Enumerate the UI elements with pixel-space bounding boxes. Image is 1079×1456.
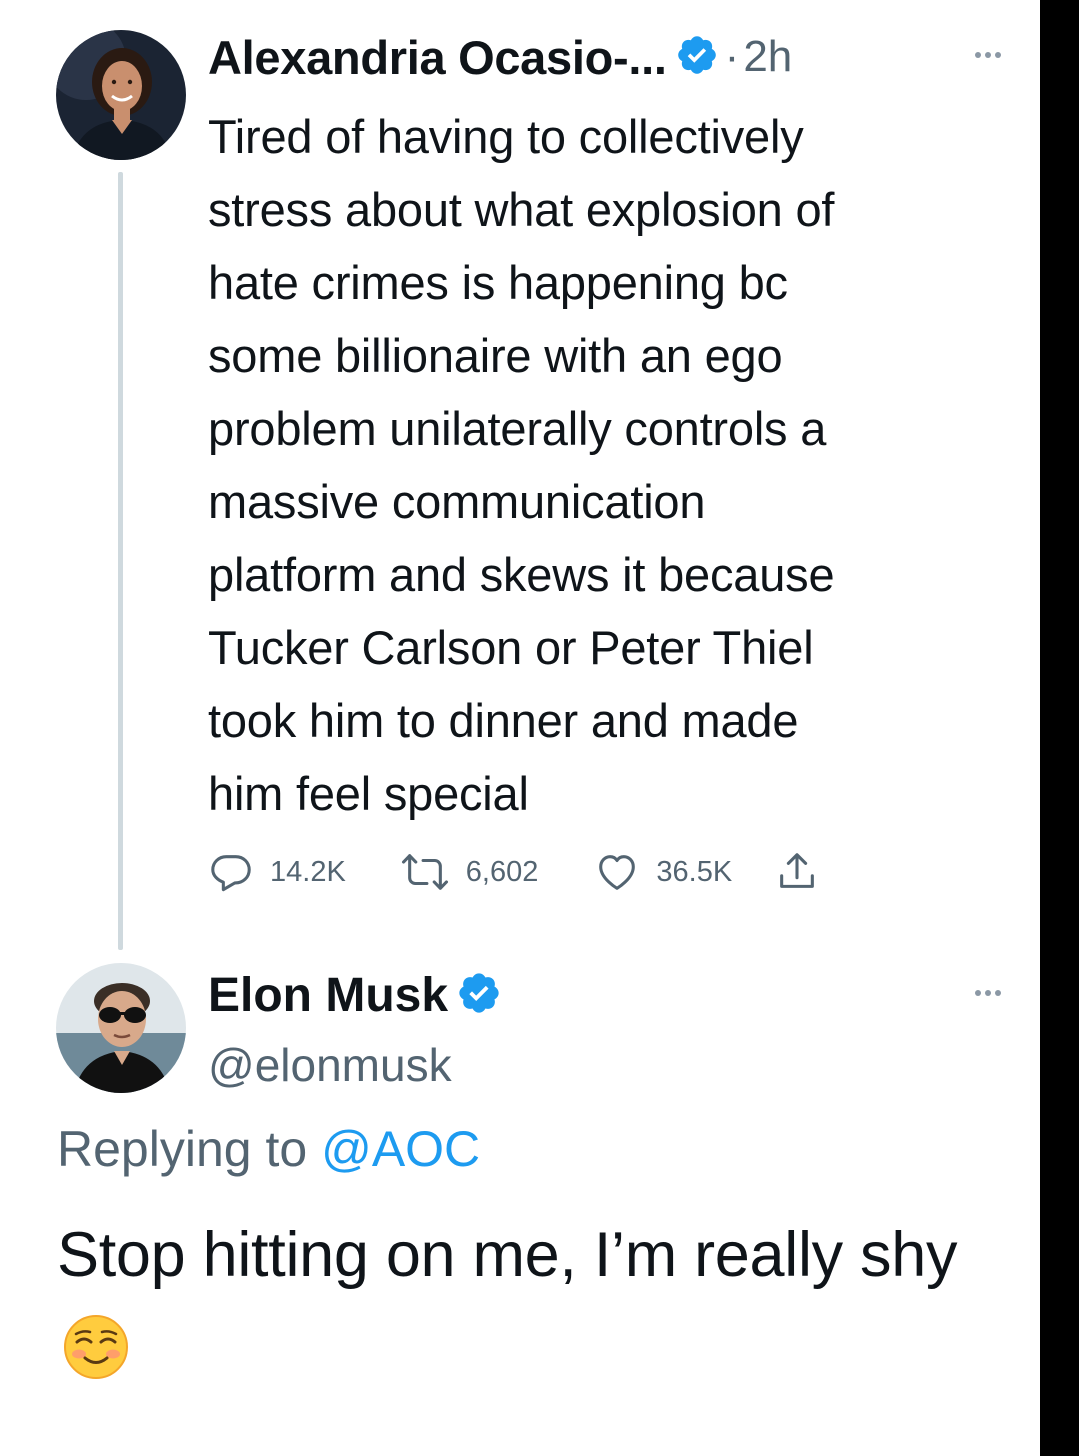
avatar-aoc[interactable]	[56, 30, 186, 160]
tweet1-author-name[interactable]: Alexandria Ocasio-...	[208, 30, 667, 85]
tweet1-header: Alexandria Ocasio-... · 2h	[208, 24, 792, 90]
tweet2-text-body: Stop hitting on me, I’m really shy	[57, 1220, 958, 1290]
like-count: 36.5K	[656, 855, 733, 888]
tweet-thread: Alexandria Ocasio-... · 2h Tired of havi…	[0, 0, 1040, 1456]
like-button[interactable]: 36.5K	[594, 849, 732, 895]
verified-badge-icon	[456, 970, 502, 1021]
tweet2-handle[interactable]: @elonmusk	[208, 1038, 452, 1092]
like-icon	[594, 849, 640, 895]
avatar-elon[interactable]	[56, 963, 186, 1093]
replying-to-line: Replying to @AOC	[57, 1120, 480, 1178]
retweet-icon	[400, 849, 450, 895]
tweet1-text: Tired of having to collectively stress a…	[208, 110, 835, 820]
smiling-face-emoji	[63, 1312, 129, 1406]
header-separator: ·	[724, 32, 740, 81]
tweet1-actions: 14.2K 6,602 36.5K	[208, 846, 820, 898]
share-icon	[774, 849, 820, 895]
reply-button[interactable]: 14.2K	[208, 849, 346, 895]
reply-icon	[208, 849, 254, 895]
more-icon[interactable]	[975, 52, 1001, 58]
retweet-count: 6,602	[465, 855, 539, 888]
replying-to-mention[interactable]: @AOC	[321, 1121, 480, 1177]
tweet1-timestamp[interactable]: 2h	[743, 32, 792, 82]
reply-count: 14.2K	[270, 855, 346, 888]
outer-background	[1040, 0, 1079, 1456]
tweet2-author-name[interactable]: Elon Musk	[208, 968, 448, 1023]
retweet-button[interactable]: 6,602	[400, 849, 539, 895]
tweet2-header: Elon Musk	[208, 964, 502, 1026]
share-button[interactable]	[774, 849, 820, 895]
more-icon[interactable]	[975, 990, 1001, 996]
thread-connector-line	[118, 172, 123, 950]
verified-badge-icon	[675, 33, 719, 82]
tweet2-text: Stop hitting on me, I’m really shy	[57, 1208, 1017, 1406]
replying-to-label: Replying to	[57, 1121, 308, 1177]
